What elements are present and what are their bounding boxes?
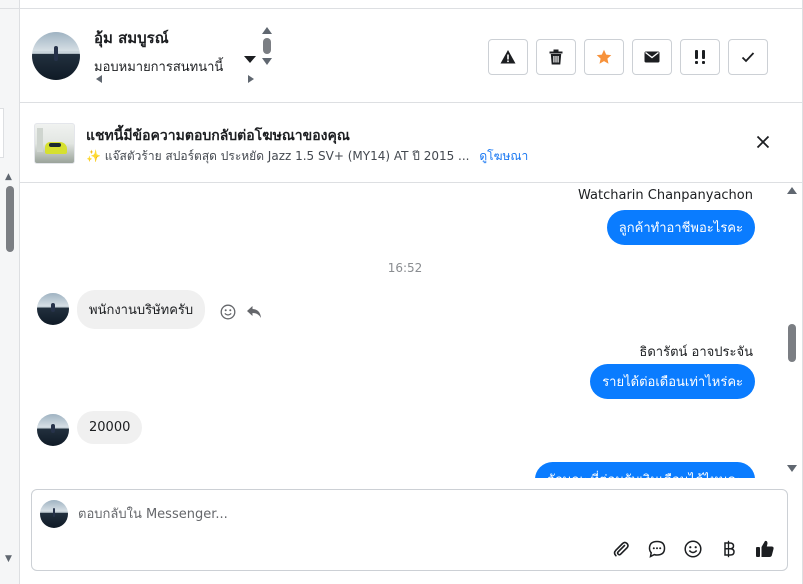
react-emoji-icon[interactable]: [220, 304, 236, 320]
left-panel-edge: ▲ ▼: [0, 0, 20, 584]
conversation-scrollbar[interactable]: [786, 184, 798, 476]
conversation-panel: อุ้ม สมบูรณ์ มอบหมายการสนทนานี้ แชทนี้มี…: [20, 0, 803, 584]
report-spam-button[interactable]: [488, 39, 528, 75]
contact-avatar[interactable]: [37, 414, 69, 446]
star-icon: [596, 49, 612, 64]
close-icon[interactable]: [756, 135, 770, 149]
scroll-right-arrow-icon[interactable]: [248, 75, 254, 83]
scroll-down-arrow-icon[interactable]: ▼: [5, 554, 12, 564]
mark-done-button[interactable]: [728, 39, 768, 75]
header-actions: [488, 39, 768, 75]
contact-avatar[interactable]: [32, 32, 80, 80]
baht-icon: [724, 540, 735, 558]
envelope-icon: [644, 51, 660, 63]
sparkle-icon: ✨: [86, 149, 101, 163]
mark-unread-button[interactable]: [632, 39, 672, 75]
conversation-header: อุ้ม สมบูรณ์ มอบหมายการสนทนานี้: [20, 8, 802, 103]
follow-up-button[interactable]: [680, 39, 720, 75]
ad-reply-banner: แชทนี้มีข้อความตอบกลับต่อโฆษณาของคุณ ✨ แ…: [20, 103, 802, 183]
payment-button[interactable]: [718, 538, 740, 560]
scroll-down-arrow-icon[interactable]: [262, 58, 272, 65]
thumbs-up-icon: [756, 540, 774, 557]
message-thread: Watcharin Chanpanyachon ลูกค้าทำอาชีพอะไ…: [20, 184, 802, 478]
double-exclamation-icon: [695, 50, 705, 64]
scrollbar-thumb[interactable]: [6, 186, 14, 252]
reply-arrow-icon[interactable]: [246, 305, 262, 319]
header-scrollbar[interactable]: [262, 27, 272, 81]
emoji-icon: [684, 540, 702, 558]
saved-replies-button[interactable]: [646, 538, 668, 560]
star-button[interactable]: [584, 39, 624, 75]
reply-input[interactable]: [78, 502, 758, 526]
incoming-message[interactable]: พนักงานบริษัทครับ: [77, 290, 206, 329]
assign-conversation-dropdown[interactable]: มอบหมายการสนทนานี้: [94, 53, 256, 83]
composer-toolbar: [610, 538, 776, 560]
contact-avatar[interactable]: [37, 293, 69, 325]
message-sender-name: Watcharin Chanpanyachon: [578, 188, 753, 203]
timestamp-separator: 16:52: [387, 261, 423, 275]
reply-composer[interactable]: [31, 489, 788, 571]
ad-description: แจ๊สตัวร้าย สปอร์ตสุด ประหยัด Jazz 1.5 S…: [104, 149, 470, 163]
incoming-message[interactable]: 20000: [77, 411, 143, 444]
chevron-down-icon[interactable]: [244, 56, 256, 63]
emoji-button[interactable]: [682, 538, 704, 560]
page-avatar: [40, 500, 68, 528]
assign-label[interactable]: มอบหมายการสนทนานี้: [94, 56, 223, 77]
like-button[interactable]: [754, 538, 776, 560]
scroll-up-arrow-icon[interactable]: [787, 187, 797, 194]
check-icon: [741, 52, 755, 63]
ad-banner-title: แชทนี้มีข้อความตอบกลับต่อโฆษณาของคุณ: [86, 128, 350, 144]
scroll-up-arrow-icon[interactable]: [262, 27, 272, 34]
delete-button[interactable]: [536, 39, 576, 75]
attach-button[interactable]: [610, 538, 632, 560]
outgoing-message[interactable]: ลูกค้าทำอาชีพอะไรคะ: [606, 210, 755, 245]
scroll-left-arrow-icon[interactable]: [96, 75, 102, 83]
ad-thumbnail[interactable]: [34, 123, 75, 164]
selected-thread-edge: [0, 108, 4, 158]
ad-banner-subtitle: ✨ แจ๊สตัวร้าย สปอร์ตสุด ประหยัด Jazz 1.5…: [86, 147, 528, 166]
scrollbar-thumb[interactable]: [788, 324, 796, 362]
view-ad-link[interactable]: ดูโฆษณา: [479, 149, 528, 163]
outgoing-message[interactable]: รายได้ต่อเดือนเท่าไหร่คะ: [590, 364, 755, 399]
chat-bubble-icon: [648, 540, 666, 558]
divider: [0, 8, 20, 9]
scroll-down-arrow-icon[interactable]: [787, 465, 797, 472]
outgoing-message[interactable]: ลักษณะที่ต่อนรับเงินเดือนได้ไหมคะ: [535, 462, 755, 478]
trash-icon: [549, 49, 563, 65]
contact-name[interactable]: อุ้ม สมบูรณ์: [94, 26, 169, 50]
message-sender-name: ธิดารัตน์ อาจประจัน: [639, 345, 753, 360]
scrollbar-thumb[interactable]: [263, 38, 271, 54]
warning-icon: [500, 50, 516, 64]
left-scrollbar[interactable]: ▲ ▼: [4, 170, 16, 570]
scroll-up-arrow-icon[interactable]: ▲: [5, 172, 12, 182]
paperclip-icon: [613, 541, 629, 557]
